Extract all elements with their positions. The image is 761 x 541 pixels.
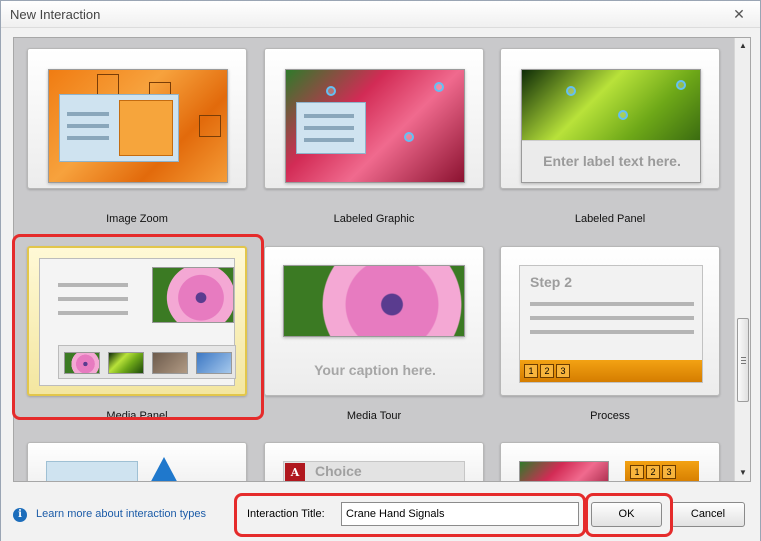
card-label-labeled-graphic: Labeled Graphic [333, 213, 415, 225]
scroll-thumb[interactable] [737, 318, 749, 402]
card-label-image-zoom: Image Zoom [106, 213, 168, 225]
labeled-graphic-thumbnail [285, 69, 465, 183]
image-zoom-thumbnail [48, 69, 228, 183]
step-2: 2 [540, 364, 554, 378]
interaction-gallery: Image Zoom Labeled Graphic Enter label t… [13, 37, 751, 482]
card-label-labeled-panel: Labeled Panel [574, 213, 646, 225]
partial-step-1: 1 [630, 465, 644, 479]
scroll-up-arrow-icon[interactable]: ▲ [735, 38, 750, 54]
process-thumbnail: Step 2 1 2 3 [519, 265, 703, 383]
ok-button[interactable]: OK [591, 502, 662, 527]
dialog-footer: i Learn more about interaction types Int… [1, 489, 760, 541]
card-process[interactable]: Step 2 1 2 3 [500, 246, 720, 396]
learn-more-link[interactable]: Learn more about interaction types [36, 508, 206, 520]
interaction-title-input[interactable] [341, 502, 579, 526]
media-tour-thumbnail [283, 265, 465, 337]
cancel-button[interactable]: Cancel [671, 502, 745, 527]
card-labeled-panel[interactable]: Enter label text here. [500, 48, 720, 189]
new-interaction-dialog: New Interaction ✕ Image Zoom Labeled Gra… [0, 0, 761, 541]
label-placeholder-text: Enter label text here. [543, 153, 681, 169]
partial-step-3: 3 [662, 465, 676, 479]
card-media-tour[interactable]: Your caption here. [264, 246, 484, 396]
card-image-zoom[interactable] [27, 48, 247, 189]
step-title: Step 2 [530, 274, 573, 290]
card-partial-2[interactable]: A Choice [264, 442, 484, 481]
title-bar: New Interaction ✕ [1, 1, 760, 28]
step-1: 1 [524, 364, 538, 378]
scroll-down-arrow-icon[interactable]: ▼ [735, 465, 750, 481]
interaction-title-label: Interaction Title: [247, 508, 325, 520]
info-icon: i [13, 508, 27, 522]
choice-text: Choice [315, 463, 362, 479]
card-partial-1[interactable] [27, 442, 247, 481]
close-icon[interactable]: ✕ [730, 5, 748, 23]
card-label-process: Process [590, 410, 630, 422]
card-partial-3[interactable]: 1 2 3 [500, 442, 720, 481]
card-media-panel[interactable] [27, 246, 247, 396]
gallery-scrollbar[interactable]: ▲ ▼ [734, 38, 750, 481]
caption-placeholder-text: Your caption here. [314, 362, 436, 378]
card-labeled-graphic[interactable] [264, 48, 484, 189]
step-3: 3 [556, 364, 570, 378]
media-panel-thumbnail [39, 258, 236, 386]
card-label-media-tour: Media Tour [346, 410, 402, 422]
card-label-media-panel: Media Panel [106, 410, 168, 422]
labeled-panel-thumbnail: Enter label text here. [521, 69, 701, 183]
partial-step-2: 2 [646, 465, 660, 479]
dialog-title: New Interaction [10, 7, 101, 22]
